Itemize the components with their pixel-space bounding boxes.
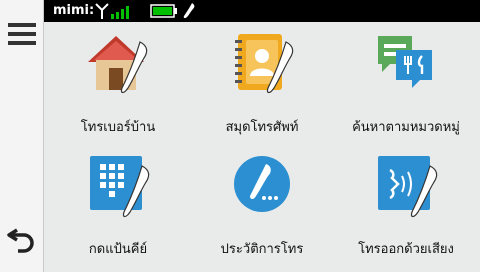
tile-home-phone[interactable]: โทรเบอร์บ้าน [48, 28, 188, 138]
voice-dial-icon [378, 156, 438, 218]
tile-label: สมุดโทรศัพท์ [225, 120, 299, 135]
tile-call-history[interactable]: ประวัติการโทร [192, 150, 332, 260]
tile-category-search[interactable]: ค้นหาตามหมวดหมู่ [336, 28, 476, 138]
category-search-icon [378, 36, 432, 88]
tile-label: โทรเบอร์บ้าน [80, 120, 156, 135]
hamburger-menu-icon[interactable] [6, 20, 38, 48]
device-name: mimi: [53, 3, 95, 18]
call-history-icon [234, 156, 290, 212]
status-bar: mimi: [44, 0, 480, 22]
home-phone-icon [88, 36, 148, 94]
tile-label: โทรออกด้วยเสียง [358, 242, 454, 257]
tile-label: ค้นหาตามหมวดหมู่ [352, 120, 460, 135]
phone-handset-icon [183, 3, 195, 19]
tile-label: ประวัติการโทร [220, 242, 304, 257]
tile-phonebook[interactable]: สมุดโทรศัพท์ [192, 28, 332, 138]
battery-full-icon [150, 4, 177, 18]
tile-label: กดแป้นคีย์ [88, 242, 148, 257]
phonebook-icon [235, 34, 294, 94]
back-arrow-icon[interactable] [6, 222, 38, 254]
tile-voice-dial[interactable]: โทรออกด้วยเสียง [336, 150, 476, 260]
sidebar [0, 0, 44, 272]
tile-keypad[interactable]: กดแป้นคีย์ [48, 150, 188, 260]
antenna-signal-icon [95, 3, 129, 19]
keypad-icon [90, 156, 150, 218]
